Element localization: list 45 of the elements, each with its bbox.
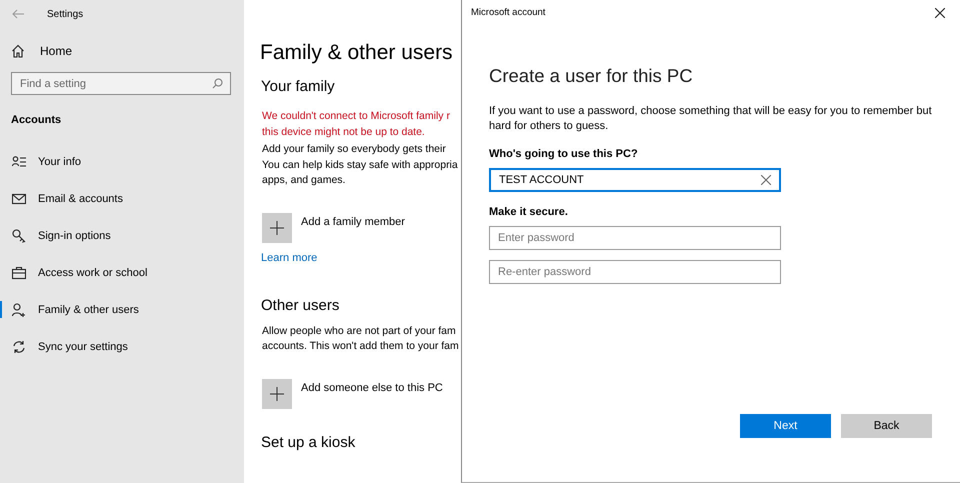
nav-item[interactable]: Email & accounts <box>0 190 244 207</box>
clear-icon[interactable] <box>761 175 771 185</box>
search-icon <box>212 78 223 89</box>
plus-icon <box>262 212 292 242</box>
password-input-field[interactable]: Re-enter password <box>489 260 781 284</box>
sync-icon <box>12 340 26 354</box>
window-title: Settings <box>47 8 84 20</box>
description-line: apps, and games. <box>262 173 346 188</box>
add-user-button[interactable]: Add someone else to this PC <box>262 378 443 408</box>
close-icon[interactable] <box>935 8 945 18</box>
description-line: Add your family so everybody gets their <box>262 142 446 157</box>
error-message-line: this device might not be up to date. <box>262 124 425 140</box>
nav-item[interactable]: Access work or school <box>0 264 244 281</box>
dialog-description: If you want to use a password, choose something that will be easy for you to remember but hard for others to guess. <box>489 104 933 134</box>
person-add-icon <box>12 302 26 316</box>
nav-item[interactable]: Your info <box>0 153 244 170</box>
envelope-icon <box>12 192 26 206</box>
search-field[interactable]: Find a setting <box>11 72 231 95</box>
briefcase-icon <box>12 266 26 280</box>
error-message-line: We couldn't connect to Microsoft family r <box>262 109 450 124</box>
section-heading: Other users <box>261 296 340 314</box>
description-line: You can help kids stay safe with appropria <box>262 158 458 172</box>
home-nav-item[interactable]: Home <box>11 44 72 58</box>
home-icon <box>11 44 25 58</box>
dialog-heading: Create a user for this PC <box>489 65 693 87</box>
password-input-field[interactable]: Enter password <box>489 226 781 250</box>
plus-icon <box>262 378 292 408</box>
field-label: Make it secure. <box>489 206 568 218</box>
page-title: Family & other users <box>260 41 453 65</box>
key-icon <box>12 228 26 242</box>
section-heading: Your family <box>261 78 335 95</box>
person-list-icon <box>12 154 26 168</box>
next-button[interactable]: Next <box>740 414 831 438</box>
add-family-member-button[interactable]: Add a family member <box>262 212 405 242</box>
nav-item[interactable]: Sync your settings <box>0 338 244 355</box>
field-label: Who's going to use this PC? <box>489 148 638 160</box>
description-line: accounts. This won't add them to your fam <box>262 339 459 354</box>
nav-item[interactable]: Sign-in options <box>0 227 244 244</box>
name-input-field[interactable]: TEST ACCOUNT <box>489 168 781 192</box>
description-line: Allow people who are not part of your fam <box>262 324 456 338</box>
learn-more-link[interactable]: Learn more <box>261 252 318 264</box>
dialog-title: Microsoft account <box>471 7 546 18</box>
section-heading: Accounts <box>11 114 62 126</box>
back-button[interactable]: Back <box>841 414 932 438</box>
section-heading: Set up a kiosk <box>261 434 356 450</box>
